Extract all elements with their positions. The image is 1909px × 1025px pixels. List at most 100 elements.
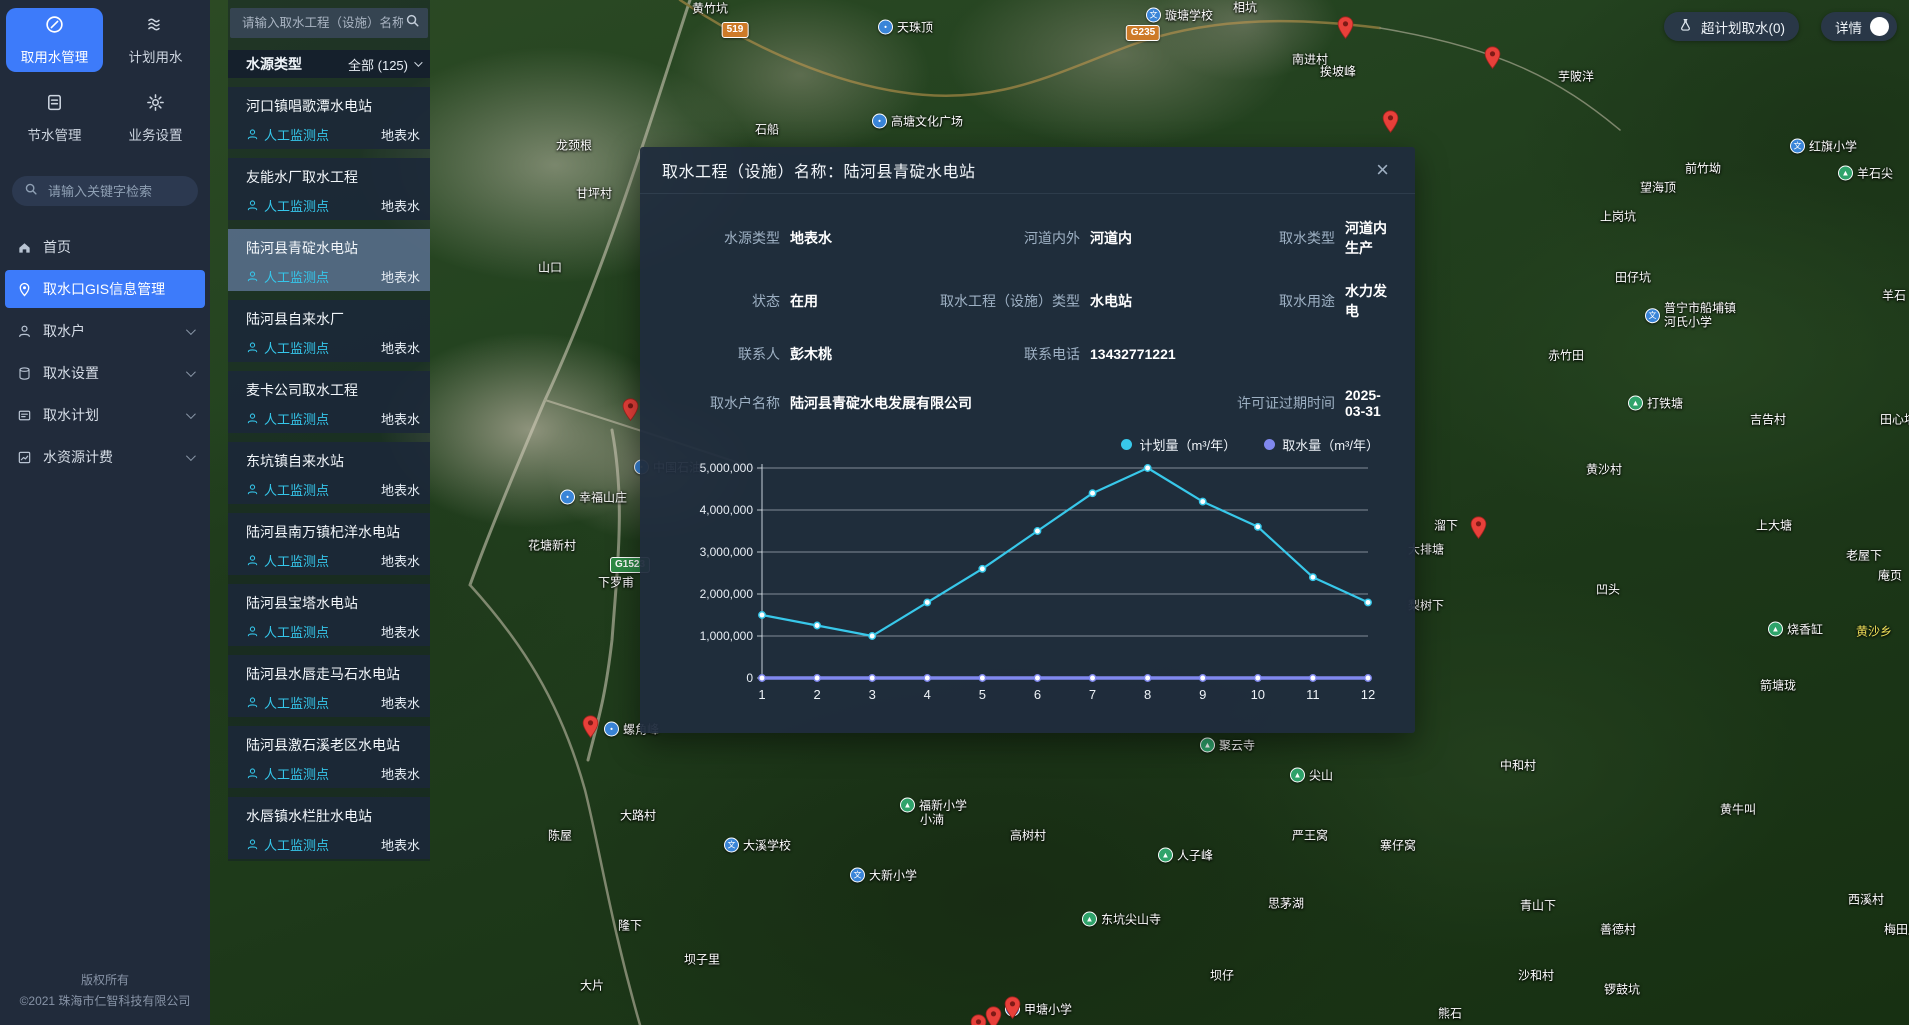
filter-label: 水源类型 (246, 54, 302, 74)
poi-icon: • (560, 490, 575, 505)
station-card[interactable]: 友能水厂取水工程人工监测点地表水 (228, 158, 430, 220)
module-button-取用水管理[interactable]: 取用水管理 (6, 8, 103, 72)
water-source-type: 地表水 (381, 267, 420, 286)
map-marker-pin[interactable] (622, 398, 639, 422)
school-poi-icon: 文 (1790, 139, 1805, 154)
station-meta-row: 人工监测点地表水 (246, 764, 420, 783)
field-value: 陆河县青碇水电发展有限公司 (790, 393, 1210, 413)
sidebar-item-取水口GIS信息管理[interactable]: 取水口GIS信息管理 (5, 270, 205, 308)
svg-text:6: 6 (1034, 687, 1041, 702)
station-search[interactable] (230, 8, 428, 38)
person-icon (246, 483, 259, 496)
map-label: 田心埔 (1880, 411, 1909, 428)
station-card[interactable]: 陆河县激石溪老区水电站人工监测点地表水 (228, 726, 430, 788)
map-label: 文红旗小学 (1790, 138, 1857, 155)
map-label: ▲东坑尖山寺 (1082, 911, 1161, 928)
map-label-text: 田仔坑 (1615, 269, 1651, 286)
close-icon[interactable]: × (1372, 159, 1393, 181)
station-card[interactable]: 陆河县宝塔水电站人工监测点地表水 (228, 584, 430, 646)
station-search-input[interactable] (240, 15, 405, 31)
map-label: 黄沙村 (1586, 461, 1622, 478)
station-name: 陆河县南万镇杞洋水电站 (246, 522, 420, 542)
over-plan-alert-button[interactable]: 超计划取水(0) (1664, 12, 1799, 41)
map-toolbar: 超计划取水(0) 详情 (1664, 12, 1897, 41)
map-label-text: 甘坪村 (576, 185, 612, 202)
map-label-text: 挨坡峰 (1320, 63, 1356, 80)
sidebar-item-label: 取水户 (43, 321, 85, 341)
station-meta-row: 人工监测点地表水 (246, 196, 420, 215)
map-label: ▲羊石尖 (1838, 165, 1893, 182)
map-marker-pin[interactable] (1382, 110, 1399, 134)
map-label: 小湳 (920, 811, 944, 828)
station-card[interactable]: 陆河县自来水厂人工监测点地表水 (228, 300, 430, 362)
map-label: 溜下 (1434, 517, 1458, 534)
map-label: 善德村 (1600, 921, 1636, 938)
map-marker-pin[interactable] (582, 715, 599, 739)
map-marker-pin[interactable] (1484, 46, 1501, 70)
sidebar-item-label: 取水口GIS信息管理 (43, 279, 165, 299)
station-card[interactable]: 麦卡公司取水工程人工监测点地表水 (228, 371, 430, 433)
monitor-type-tag: 人工监测点 (264, 196, 329, 215)
sidebar-item-label: 首页 (43, 237, 71, 257)
sidebar-item-取水户[interactable]: 取水户 (5, 312, 205, 350)
station-card[interactable]: 东坑镇自来水站人工监测点地表水 (228, 442, 430, 504)
module-button-节水管理[interactable]: 节水管理 (6, 86, 103, 150)
legend-item[interactable]: 取水量（m³/年） (1264, 435, 1379, 454)
station-card[interactable]: 陆河县水唇走马石水电站人工监测点地表水 (228, 655, 430, 717)
map-label-text: 凹头 (1596, 581, 1620, 598)
legend-dot-icon (1264, 439, 1275, 450)
svg-text:10: 10 (1251, 687, 1265, 702)
sidebar-item-取水设置[interactable]: 取水设置 (5, 354, 205, 392)
map-label-text: 思茅湖 (1268, 895, 1304, 912)
nature-poi-icon: ▲ (1082, 912, 1097, 927)
toggle-knob (1870, 17, 1889, 36)
map-label: ▲尖山 (1290, 767, 1333, 784)
sidebar-item-首页[interactable]: 首页 (5, 228, 205, 266)
map-label-text: 赤竹田 (1548, 347, 1584, 364)
map-label-text: 璇塘学校 (1165, 7, 1213, 24)
legend-item[interactable]: 计划量（m³/年） (1121, 435, 1236, 454)
school-poi-icon: 文 (1146, 8, 1161, 23)
module-button-计划用水[interactable]: 计划用水 (107, 8, 204, 72)
field-value: 地表水 (790, 228, 900, 248)
station-card[interactable]: 陆河县青碇水电站人工监测点地表水 (228, 229, 430, 291)
svg-text:2,000,000: 2,000,000 (700, 587, 754, 601)
module-button-业务设置[interactable]: 业务设置 (107, 86, 204, 150)
station-fields: 水源类型 地表水 河道内外 河道内 取水类型 河道内生产 状态 在用 取水工程（… (640, 194, 1415, 423)
detail-toggle[interactable]: 详情 (1821, 12, 1897, 41)
sidebar-search[interactable] (12, 176, 198, 206)
sidebar-item-label: 取水设置 (43, 363, 99, 383)
map-marker-pin[interactable] (1470, 516, 1487, 540)
sidebar-item-label: 取水计划 (43, 405, 99, 425)
field-label: 状态 (680, 291, 780, 311)
map-marker-pin[interactable] (985, 1006, 1002, 1025)
map-label-text: 上大塘 (1756, 517, 1792, 534)
map-marker-pin[interactable] (1004, 996, 1021, 1020)
map-label: 陈屋 (548, 827, 572, 844)
filter-value-dropdown[interactable]: 全部 (125) (348, 55, 420, 74)
copyright: 版权所有 ©2021 珠海市仁智科技有限公司 (0, 970, 210, 1013)
station-card[interactable]: 水唇镇水栏肚水电站人工监测点地表水 (228, 797, 430, 859)
station-card[interactable]: 河口镇唱歌潭水电站人工监测点地表水 (228, 87, 430, 149)
sidebar-search-input[interactable] (46, 183, 226, 200)
db-icon (17, 366, 32, 381)
svg-text:0: 0 (746, 671, 753, 685)
map-label-text: 熊石 (1438, 1005, 1462, 1022)
station-meta-row: 人工监测点地表水 (246, 267, 420, 286)
station-card[interactable]: 陆河县南万镇杞洋水电站人工监测点地表水 (228, 513, 430, 575)
poi-icon: • (604, 722, 619, 737)
sidebar: 取用水管理计划用水节水管理业务设置 首页取水口GIS信息管理取水户取水设置取水计… (0, 0, 210, 1025)
map-label: 相坑 (1233, 0, 1257, 16)
map-label-text: 甲塘小学 (1024, 1001, 1072, 1018)
field-value: 13432771221 (1090, 346, 1210, 362)
sidebar-item-取水计划[interactable]: 取水计划 (5, 396, 205, 434)
person-icon (246, 341, 259, 354)
legend-dot-icon (1121, 439, 1132, 450)
search-icon (24, 182, 38, 201)
field-label: 水源类型 (680, 228, 780, 248)
map-marker-pin[interactable] (970, 1014, 987, 1025)
svg-text:1: 1 (758, 687, 765, 702)
map-marker-pin[interactable] (1337, 16, 1354, 40)
sidebar-item-水资源计费[interactable]: 水资源计费 (5, 438, 205, 476)
station-meta-row: 人工监测点地表水 (246, 622, 420, 641)
